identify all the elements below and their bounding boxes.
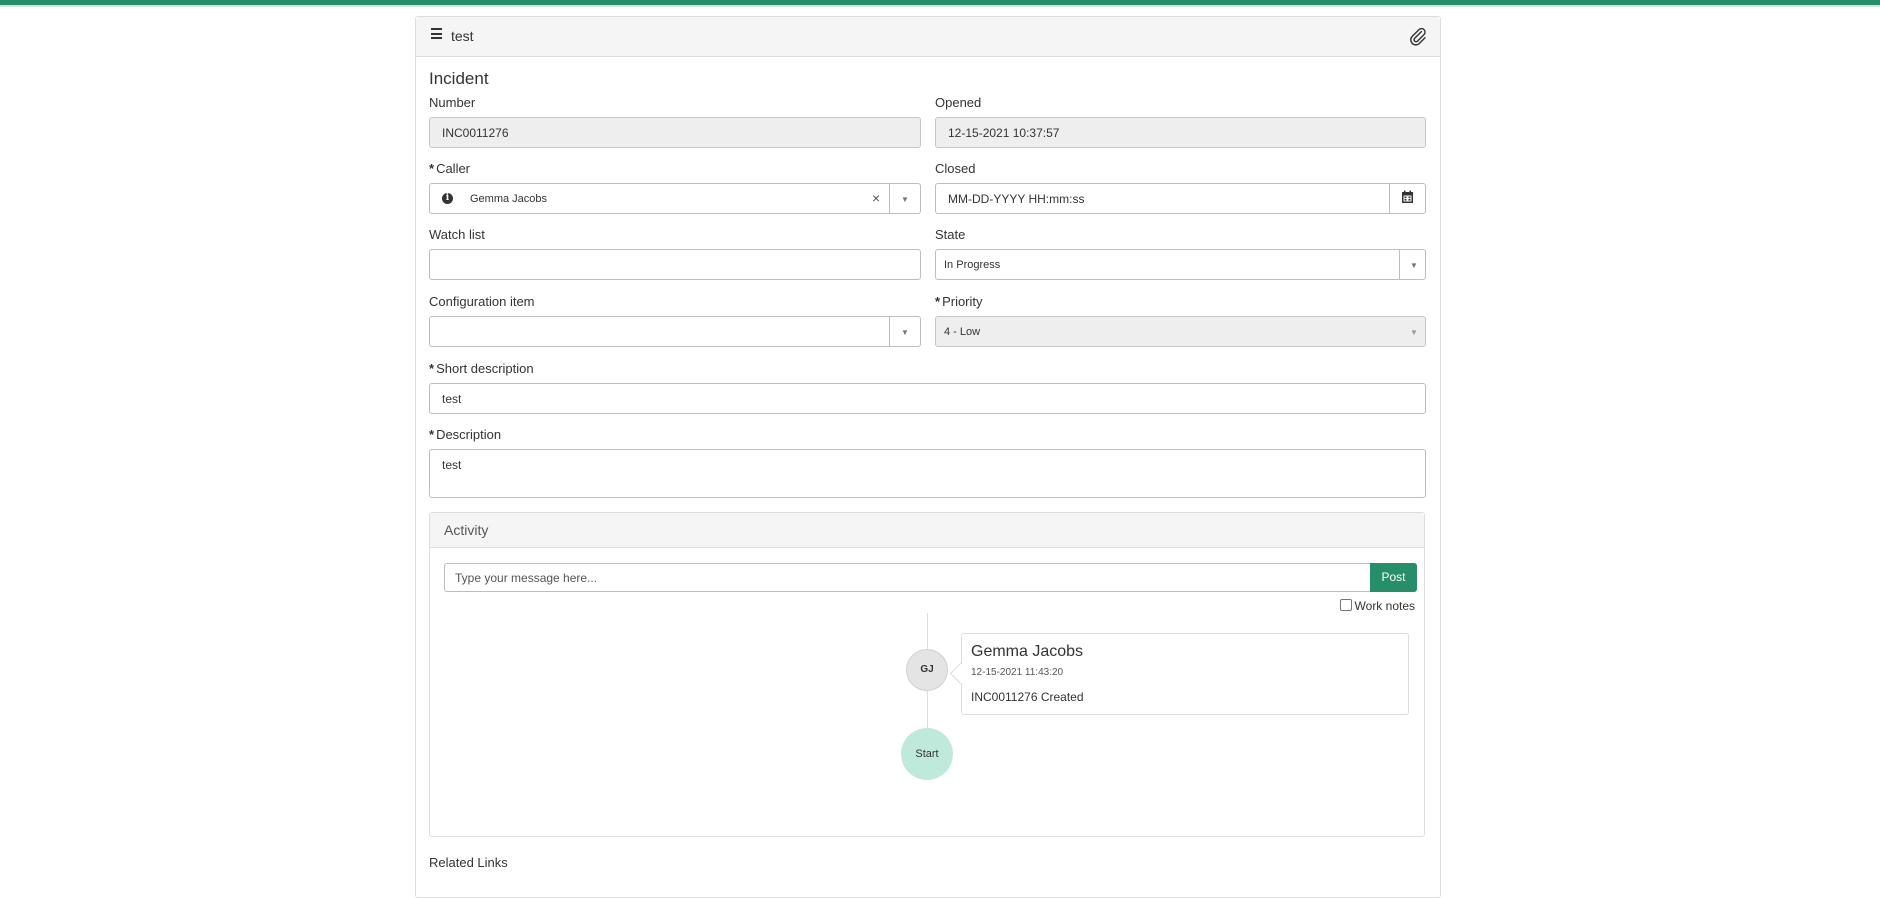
related-links-heading: Related Links	[429, 855, 508, 870]
dropdown-separator	[889, 184, 890, 213]
state-value: In Progress	[944, 259, 1001, 271]
closed-field[interactable]: MM-DD-YYYY HH:mm:ss	[935, 183, 1426, 214]
short-description-label-text: Short description	[436, 361, 534, 376]
priority-label: * Priority	[935, 294, 983, 309]
description-value: test	[442, 458, 462, 472]
watch-list-field[interactable]	[429, 249, 921, 280]
required-marker: *	[935, 294, 941, 309]
form-title: Incident	[429, 69, 489, 88]
state-select[interactable]: In Progress ▼	[935, 249, 1426, 280]
message-input[interactable]: Type your message here...	[444, 563, 1370, 592]
short-description-label: * Short description	[429, 361, 534, 376]
avatar: GJ	[906, 649, 948, 691]
chevron-down-icon[interactable]: ▼	[901, 195, 909, 204]
timeline-start-node: Start	[901, 728, 953, 780]
caller-label-text: Caller	[436, 161, 471, 176]
description-label: * Description	[429, 427, 501, 442]
required-marker: *	[429, 427, 435, 442]
info-icon[interactable]: i	[442, 193, 453, 204]
number-value: INC0011276	[442, 126, 509, 140]
calendar-button[interactable]	[1389, 184, 1425, 213]
chevron-down-icon[interactable]: ▼	[901, 328, 909, 337]
dropdown-separator	[889, 317, 890, 346]
entry-pointer	[949, 662, 972, 685]
short-description-value: test	[442, 392, 462, 406]
required-marker: *	[429, 161, 435, 176]
hamburger-icon[interactable]	[431, 28, 442, 39]
entry-author: Gemma Jacobs	[971, 643, 1084, 660]
configuration-item-field[interactable]: ▼	[429, 316, 921, 347]
entry-timestamp: 12-15-2021 11:43:20	[971, 667, 1064, 678]
opened-field[interactable]: 12-15-2021 10:37:57	[935, 117, 1426, 148]
short-description-field[interactable]: test	[429, 383, 1426, 414]
closed-label: Closed	[935, 161, 976, 176]
dropdown-separator	[1399, 250, 1400, 279]
panel-header: test	[416, 17, 1440, 57]
opened-value: 12-15-2021 10:37:57	[948, 126, 1060, 140]
configuration-item-label: Configuration item	[429, 294, 535, 309]
activity-title: Activity	[444, 522, 489, 538]
work-notes-checkbox[interactable]	[1339, 599, 1352, 611]
activity-header: Activity	[430, 513, 1424, 548]
required-marker: *	[429, 361, 435, 376]
activity-entry: Gemma Jacobs 12-15-2021 11:43:20 INC0011…	[949, 633, 1409, 715]
description-textarea[interactable]: test	[429, 449, 1426, 498]
priority-label-text: Priority	[942, 294, 983, 309]
priority-value: 4 - Low	[944, 326, 981, 338]
opened-label: Opened	[935, 95, 982, 110]
closed-placeholder: MM-DD-YYYY HH:mm:ss	[948, 192, 1085, 206]
work-notes-label: Work notes	[1354, 599, 1415, 613]
work-notes-toggle[interactable]: Work notes	[1339, 599, 1415, 613]
paperclip-icon[interactable]	[1408, 26, 1428, 46]
top-accent-shadow	[0, 5, 1880, 7]
description-label-text: Description	[436, 427, 502, 442]
chevron-down-icon[interactable]: ▼	[1410, 261, 1418, 270]
chevron-down-icon[interactable]: ▼	[1410, 328, 1418, 337]
activity-section: Activity Type your message here... Post …	[429, 512, 1425, 837]
state-label: State	[935, 227, 966, 242]
caller-label: * Caller	[429, 161, 470, 176]
number-label: Number	[429, 95, 476, 110]
clear-icon[interactable]: ×	[872, 190, 880, 206]
caller-field[interactable]: i Gemma Jacobs × ▼	[429, 183, 921, 214]
priority-select[interactable]: 4 - Low ▼	[935, 316, 1426, 347]
panel-title: test	[451, 28, 474, 44]
caller-value: Gemma Jacobs	[470, 193, 548, 205]
post-button[interactable]: Post	[1370, 563, 1417, 592]
calendar-icon	[1402, 190, 1413, 203]
number-field[interactable]: INC0011276	[429, 117, 921, 148]
entry-text: INC0011276 Created	[971, 690, 1084, 704]
watch-list-label: Watch list	[429, 227, 485, 242]
incident-form-panel: test Incident Number INC0011276 Opened 1…	[415, 16, 1441, 898]
message-placeholder: Type your message here...	[455, 571, 598, 585]
